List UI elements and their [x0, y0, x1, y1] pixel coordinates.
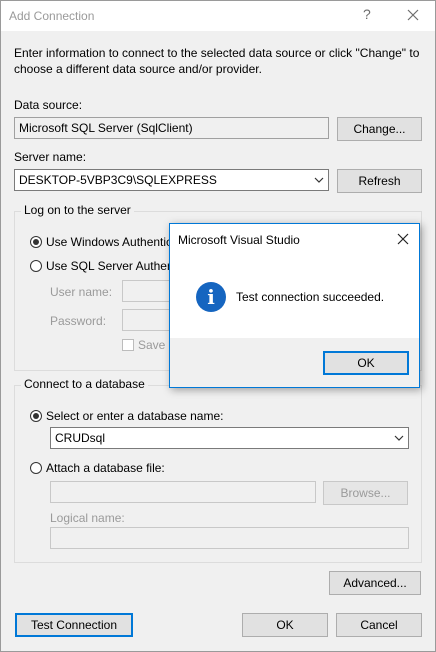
chevron-down-icon[interactable]	[314, 175, 324, 185]
password-label: Password:	[50, 314, 107, 328]
attach-file-label[interactable]: Attach a database file:	[46, 461, 165, 475]
database-group-title: Connect to a database	[21, 377, 148, 391]
change-button[interactable]: Change...	[337, 117, 422, 141]
windows-auth-radio[interactable]	[30, 236, 42, 248]
close-icon	[397, 233, 409, 245]
server-name-combo[interactable]: DESKTOP-5VBP3C9\SQLEXPRESS	[14, 169, 329, 191]
ok-button[interactable]: OK	[242, 613, 328, 637]
logical-name-label: Logical name:	[50, 511, 125, 525]
message-box: Microsoft Visual Studio i Test connectio…	[169, 223, 420, 388]
intro-text: Enter information to connect to the sele…	[14, 46, 420, 76]
sql-auth-radio[interactable]	[30, 260, 42, 272]
message-text: Test connection succeeded.	[236, 290, 385, 304]
server-name-label: Server name:	[14, 150, 87, 164]
info-icon: i	[196, 282, 226, 312]
add-connection-dialog: Add Connection ? Enter information to co…	[0, 0, 436, 652]
test-connection-button[interactable]: Test Connection	[15, 613, 133, 637]
attach-file-radio[interactable]	[30, 462, 42, 474]
username-label: User name:	[50, 285, 113, 299]
database-name-combo[interactable]: CRUDsql	[50, 427, 409, 449]
close-icon	[407, 9, 419, 21]
message-box-close-button[interactable]	[394, 230, 412, 248]
message-box-footer: OK	[170, 338, 419, 387]
refresh-button[interactable]: Refresh	[337, 169, 422, 193]
data-source-label: Data source:	[14, 98, 83, 112]
logon-group-title: Log on to the server	[21, 203, 134, 217]
window-title: Add Connection	[9, 9, 95, 23]
attach-file-field[interactable]	[50, 481, 316, 503]
server-name-value: DESKTOP-5VBP3C9\SQLEXPRESS	[19, 173, 217, 187]
select-database-label[interactable]: Select or enter a database name:	[46, 409, 223, 423]
help-button[interactable]: ?	[363, 6, 371, 22]
message-box-title: Microsoft Visual Studio	[178, 233, 300, 247]
database-name-value: CRUDsql	[55, 431, 106, 445]
chevron-down-icon[interactable]	[394, 433, 404, 443]
advanced-button[interactable]: Advanced...	[329, 571, 421, 595]
logical-name-field[interactable]	[50, 527, 409, 549]
title-bar: Add Connection ?	[1, 1, 435, 31]
cancel-button[interactable]: Cancel	[336, 613, 422, 637]
data-source-field: Microsoft SQL Server (SqlClient)	[14, 117, 329, 139]
close-button[interactable]	[403, 5, 423, 25]
select-database-radio[interactable]	[30, 410, 42, 422]
browse-button[interactable]: Browse...	[323, 481, 408, 505]
message-ok-button[interactable]: OK	[323, 351, 409, 375]
save-password-checkbox[interactable]	[122, 339, 134, 351]
